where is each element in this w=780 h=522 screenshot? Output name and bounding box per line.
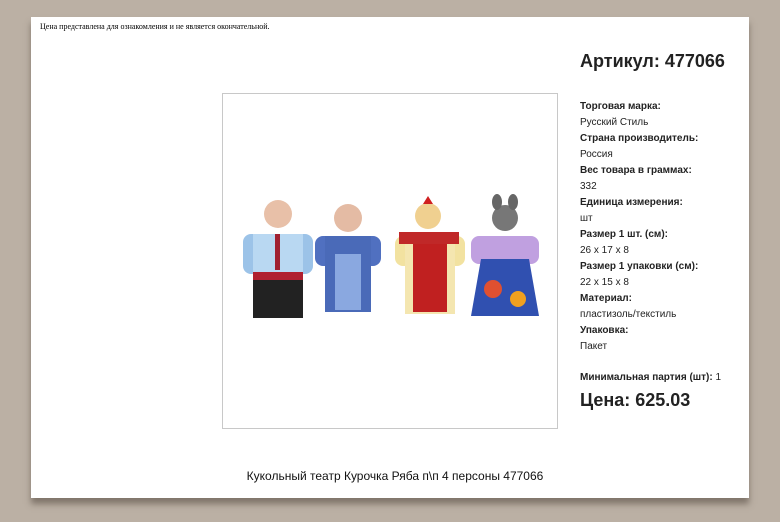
product-sheet: Цена представлена для ознакомления и не … (31, 17, 749, 498)
price-disclaimer: Цена представлена для ознакомления и не … (40, 22, 270, 31)
property-value: шт (580, 213, 593, 224)
property-label: Упаковка: (580, 325, 629, 336)
property-value: 26 х 17 х 8 (580, 245, 629, 256)
product-properties: Торговая марка: Русский Стиль Страна про… (580, 99, 698, 355)
puppet-mouse (471, 194, 539, 316)
property-value: 22 х 15 х 8 (580, 277, 629, 288)
puppet-hen (395, 196, 465, 314)
property-label: Размер 1 упаковки (см): (580, 261, 699, 272)
price: Цена: 625.03 (580, 390, 691, 410)
minimum-lot-label: Минимальная партия (шт): (580, 372, 713, 383)
product-caption: Кукольный театр Курочка Ряба п\п 4 персо… (246, 469, 544, 483)
property-value: пластизоль/текстиль (580, 309, 677, 320)
property-label: Страна производитель: (580, 133, 699, 144)
puppet-grandma (315, 204, 381, 312)
property-value: 332 (580, 181, 597, 192)
minimum-lot-value: 1 (715, 372, 722, 383)
property-value: Россия (580, 149, 613, 160)
product-image (222, 93, 558, 429)
property-label: Вес товара в граммах: (580, 165, 692, 176)
article-number: Артикул: 477066 (580, 51, 725, 71)
property-value: Русский Стиль (580, 117, 649, 128)
property-label: Торговая марка: (580, 101, 661, 112)
property-label: Материал: (580, 293, 632, 304)
property-label: Размер 1 шт. (см): (580, 229, 668, 240)
minimum-lot: Минимальная партия (шт): 1 (580, 372, 721, 383)
puppet-grandpa (243, 200, 313, 318)
property-label: Единица измерения: (580, 197, 683, 208)
property-value: Пакет (580, 341, 608, 352)
